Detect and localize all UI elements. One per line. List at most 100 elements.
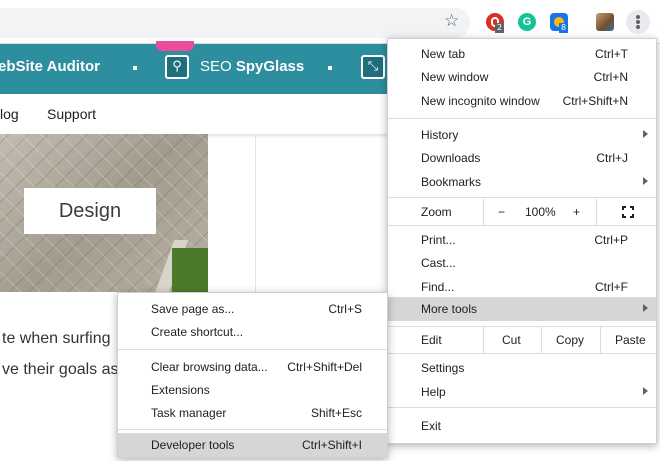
menu-item-settings[interactable]: Settings	[388, 356, 656, 380]
extension-badge: 2	[495, 23, 505, 33]
menu-item-print[interactable]: Print... Ctrl+P	[388, 228, 656, 252]
menu-item-label: Help	[421, 385, 446, 399]
menu-item-label: Bookmarks	[421, 175, 482, 189]
zoom-divider	[596, 199, 597, 225]
zoom-level: 100%	[525, 205, 556, 219]
hero-image: Design	[0, 134, 208, 292]
submenu-arrow-icon	[643, 304, 648, 312]
website-auditor-link[interactable]: ebSite Auditor	[0, 58, 100, 75]
nav-blog-link[interactable]: log	[0, 106, 19, 122]
menu-item-shortcut: Ctrl+N	[593, 70, 628, 84]
menu-separator	[388, 197, 656, 198]
paste-button[interactable]: Paste	[615, 333, 646, 347]
menu-item-shortcut: Ctrl+J	[596, 151, 628, 165]
menu-item-help[interactable]: Help	[388, 380, 656, 404]
seo-spyglass-link[interactable]: SEO SpyGlass	[200, 58, 304, 75]
menu-item-shortcut: Ctrl+F	[595, 280, 628, 294]
menu-item-new-window[interactable]: New window Ctrl+N	[388, 65, 656, 89]
menu-separator	[118, 349, 387, 350]
edit-divider	[483, 327, 484, 353]
menu-item-label: New tab	[421, 47, 466, 61]
hero-label[interactable]: Design	[24, 188, 156, 234]
avatar[interactable]	[596, 13, 614, 31]
menu-item-label: Create shortcut...	[151, 325, 244, 339]
menu-item-history[interactable]: History	[388, 123, 656, 147]
submenu-arrow-icon	[643, 387, 648, 395]
menu-item-create-shortcut[interactable]: Create shortcut...	[118, 320, 387, 344]
menu-item-more-tools[interactable]: More tools	[388, 297, 656, 321]
menu-item-zoom: Zoom − 100% +	[388, 199, 656, 225]
zoom-out-button[interactable]: −	[498, 205, 505, 219]
link-assistant-icon[interactable]: ⤡	[361, 55, 385, 79]
menu-item-label: Task manager	[151, 406, 227, 420]
menu-separator	[388, 407, 656, 408]
submenu-arrow-icon	[643, 130, 648, 138]
menu-item-downloads[interactable]: Downloads Ctrl+J	[388, 146, 656, 170]
menu-item-clear-browsing-data[interactable]: Clear browsing data... Ctrl+Shift+Del	[118, 355, 387, 379]
menu-item-save-page-as[interactable]: Save page as... Ctrl+S	[118, 297, 387, 321]
edit-divider	[541, 327, 542, 353]
banner-tab-accent	[156, 41, 194, 51]
menu-item-shortcut: Ctrl+P	[594, 233, 628, 247]
menu-item-task-manager[interactable]: Task manager Shift+Esc	[118, 401, 387, 425]
menu-item-bookmarks[interactable]: Bookmarks	[388, 170, 656, 194]
seo-prefix: SEO	[200, 58, 236, 75]
banner-separator	[133, 66, 137, 70]
menu-item-label: History	[421, 128, 459, 142]
menu-item-exit[interactable]: Exit	[388, 414, 656, 438]
chrome-main-menu: New tab Ctrl+T New window Ctrl+N New inc…	[387, 38, 657, 444]
cut-button[interactable]: Cut	[502, 333, 521, 347]
seo-brand: SpyGlass	[235, 58, 305, 75]
menu-item-extensions[interactable]: Extensions	[118, 378, 387, 402]
grammarly-glyph: G	[522, 16, 532, 28]
menu-separator	[388, 353, 656, 354]
menu-item-label: New incognito window	[421, 94, 540, 108]
zoom-in-button[interactable]: +	[573, 205, 580, 219]
menu-separator	[388, 118, 656, 119]
menu-item-shortcut: Ctrl+S	[328, 302, 362, 316]
more-tools-submenu: Save page as... Ctrl+S Create shortcut..…	[117, 292, 388, 458]
body-text-line: te when surfing	[2, 330, 111, 347]
menu-item-cast[interactable]: Cast...	[388, 251, 656, 275]
menu-separator	[388, 225, 656, 226]
star-icon[interactable]: ☆	[444, 13, 459, 30]
vertical-dots-icon[interactable]	[626, 10, 650, 34]
menu-item-label: Find...	[421, 280, 455, 294]
fullscreen-icon[interactable]	[622, 206, 634, 218]
menu-separator	[118, 429, 387, 430]
menu-item-label: New window	[421, 70, 489, 84]
body-text-line: ve their goals as	[2, 361, 119, 378]
menu-item-find[interactable]: Find... Ctrl+F	[388, 275, 656, 299]
menu-item-edit: Edit Cut Copy Paste	[388, 327, 656, 353]
menu-item-label: Edit	[421, 333, 442, 347]
address-bar[interactable]	[0, 8, 470, 38]
grammarly-icon[interactable]: G	[518, 13, 536, 31]
site-banner: ebSite Auditor ⚲ SEO SpyGlass ⤡	[0, 41, 395, 94]
menu-item-shortcut: Ctrl+Shift+Del	[287, 360, 362, 374]
menu-item-label: Save page as...	[151, 302, 235, 316]
menu-item-label: Cast...	[421, 256, 456, 270]
menu-item-label: Print...	[421, 233, 456, 247]
banner-separator	[328, 66, 332, 70]
menu-item-label: Settings	[421, 361, 465, 375]
content-divider	[255, 134, 256, 294]
nav-support-link[interactable]: Support	[47, 106, 96, 122]
submenu-arrow-icon	[643, 177, 648, 185]
menu-item-label: Exit	[421, 419, 442, 433]
menu-item-developer-tools[interactable]: Developer tools Ctrl+Shift+I	[118, 433, 387, 457]
site-nav: log Support	[0, 94, 395, 134]
hero-grass	[172, 248, 208, 292]
menu-item-label: Extensions	[151, 383, 210, 397]
red-extension-icon[interactable]: 2	[486, 13, 505, 33]
menu-item-label: Downloads	[421, 151, 481, 165]
extension-badge: 8	[559, 23, 569, 33]
menu-item-label: More tools	[421, 302, 478, 316]
menu-item-shortcut: Ctrl+T	[595, 47, 628, 61]
menu-item-new-incognito-window[interactable]: New incognito window Ctrl+Shift+N	[388, 89, 656, 113]
copy-button[interactable]: Copy	[556, 333, 584, 347]
blue-extension-icon[interactable]: 8	[550, 13, 569, 33]
menu-item-label: Zoom	[421, 205, 452, 219]
menu-item-shortcut: Shift+Esc	[310, 406, 362, 420]
edit-divider	[600, 327, 601, 353]
menu-item-new-tab[interactable]: New tab Ctrl+T	[388, 42, 656, 66]
